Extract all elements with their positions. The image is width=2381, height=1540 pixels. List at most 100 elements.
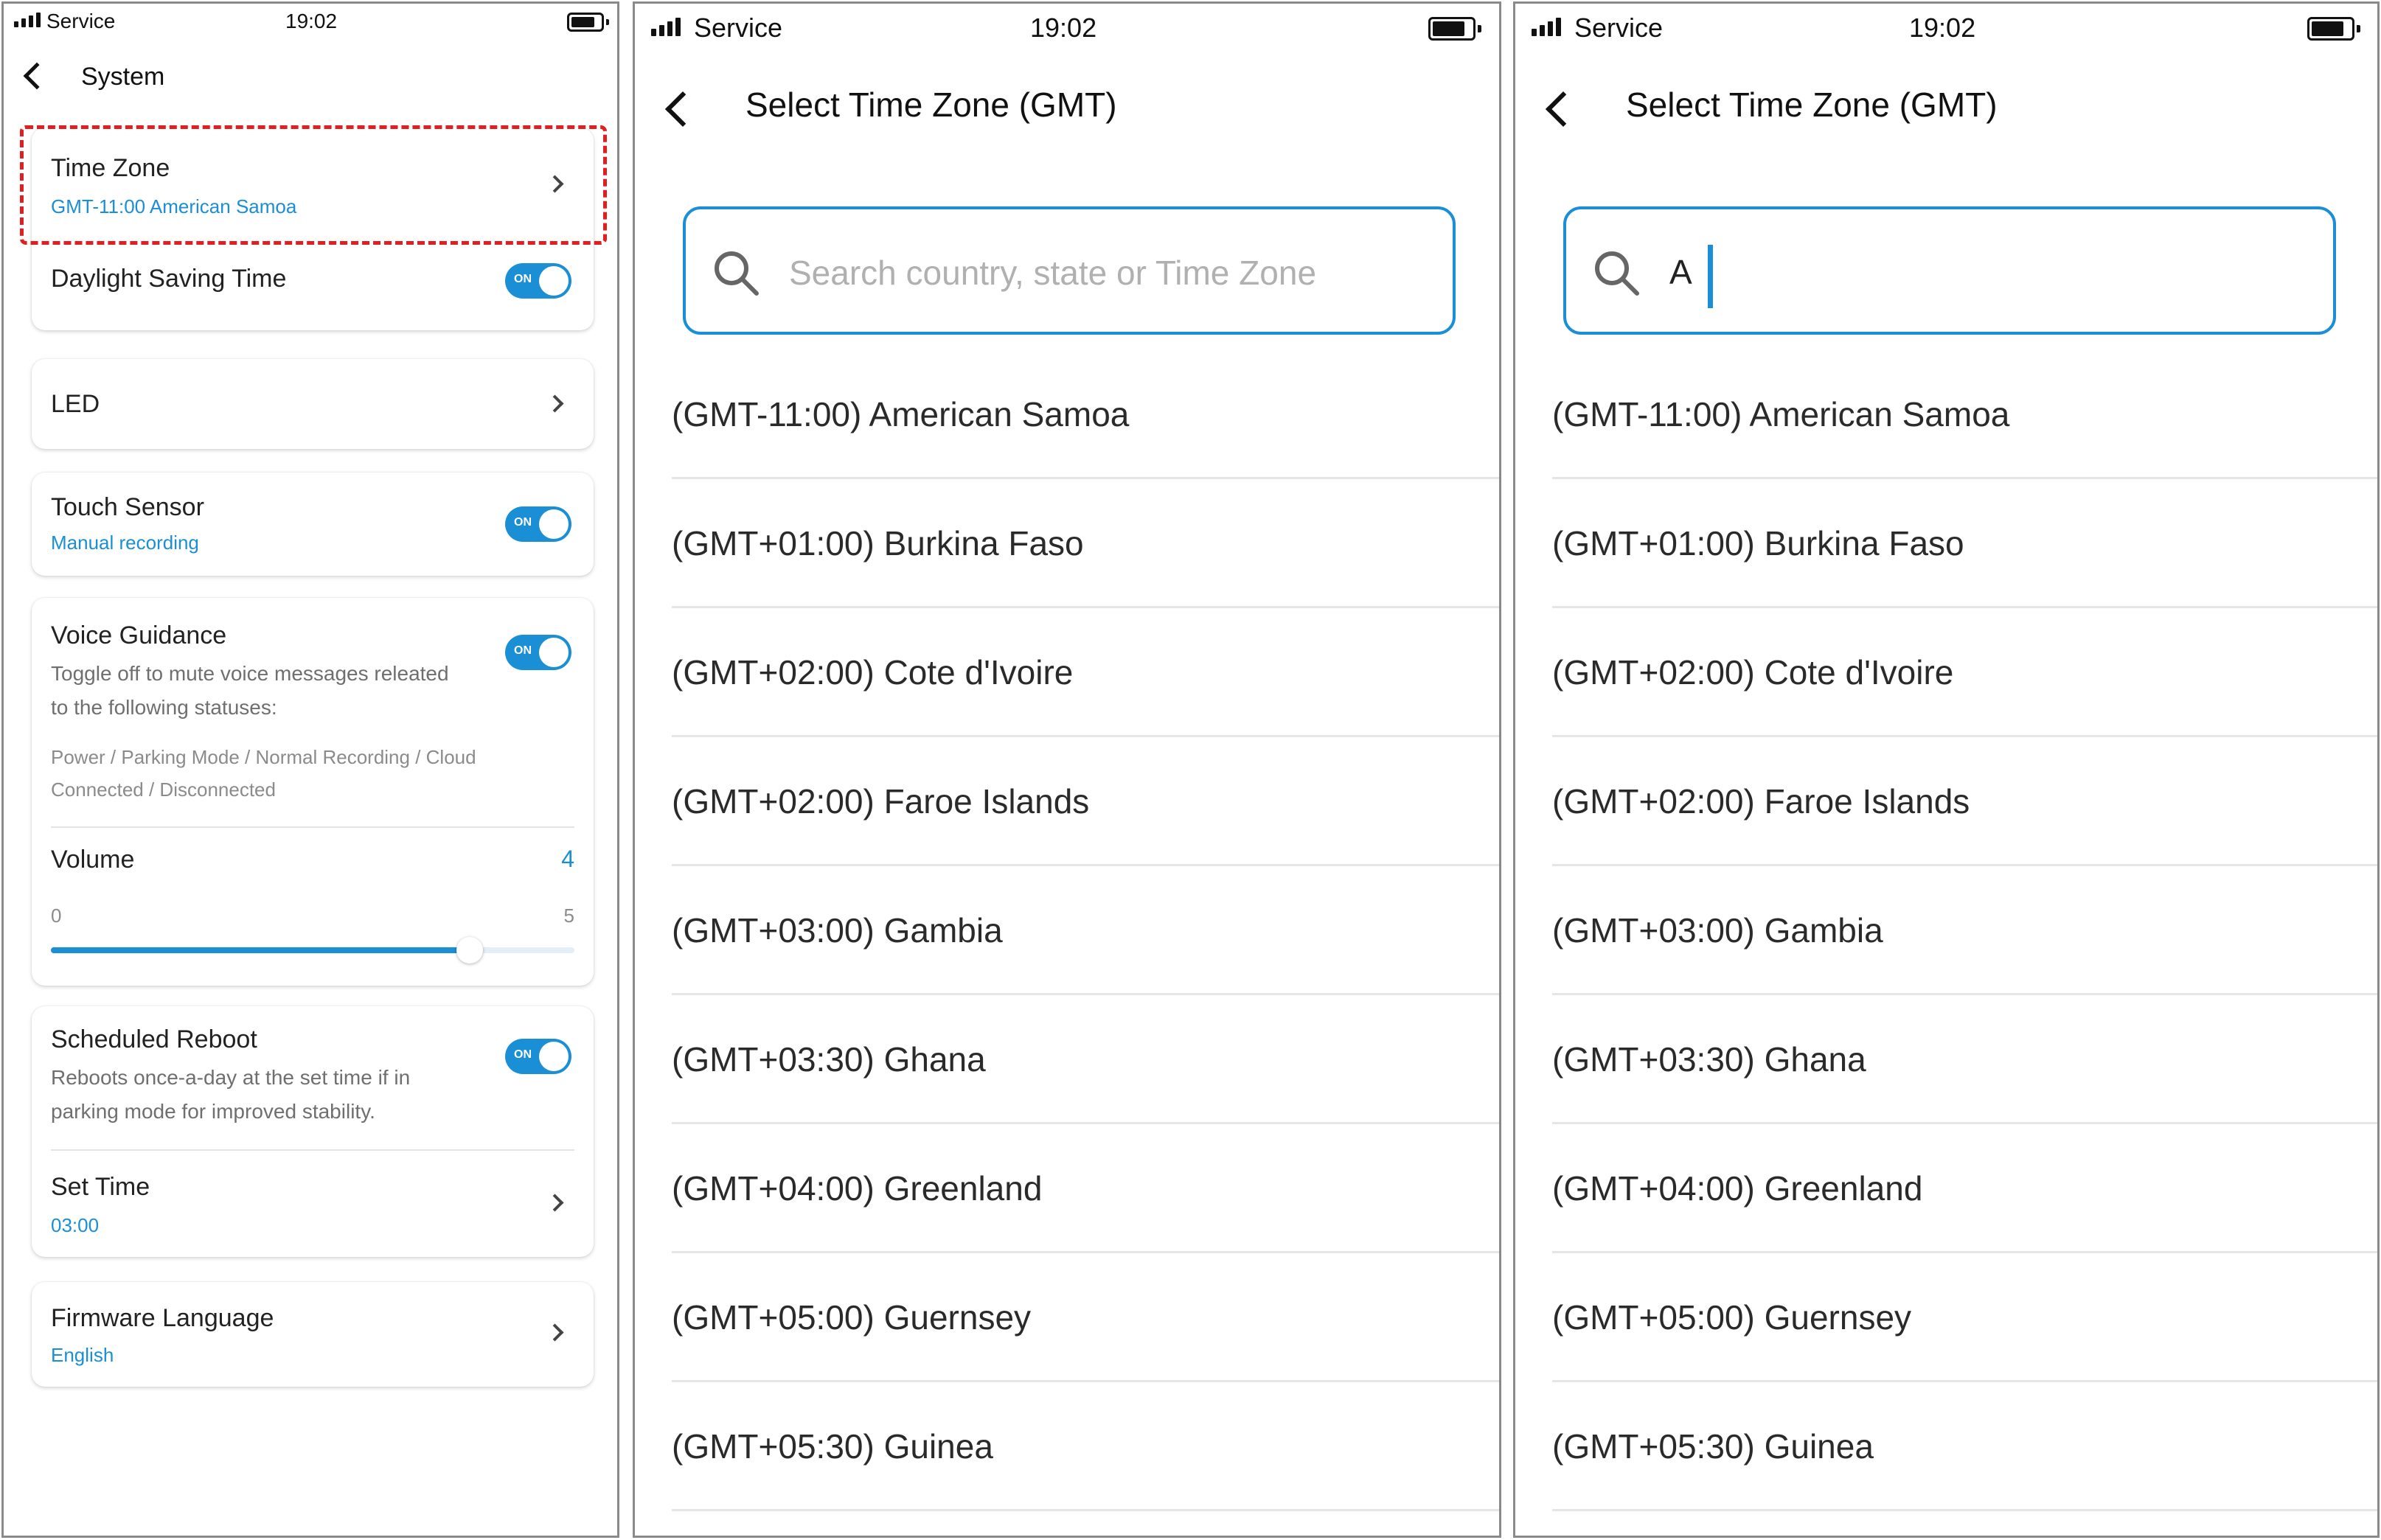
search-icon	[1595, 251, 1639, 296]
status-time: 19:02	[1909, 13, 1976, 43]
time-zone-item-label: (GMT+01:00) Burkina Faso	[672, 524, 1084, 562]
firmware-language-card[interactable]: Firmware Language English	[32, 1282, 594, 1387]
back-arrow-icon[interactable]	[23, 62, 51, 90]
daylight-saving-label: Daylight Saving Time	[51, 265, 287, 293]
voice-guidance-description: Toggle off to mute voice messages releat…	[51, 662, 449, 719]
carrier-name: Service	[694, 13, 783, 43]
daylight-saving-toggle[interactable]: ON	[505, 263, 571, 299]
time-zone-item-label: (GMT+05:00) Guernsey	[672, 1298, 1032, 1337]
time-zone-item-label: (GMT-11:00) American Samoa	[672, 395, 1130, 433]
status-time: 19:02	[1030, 13, 1097, 43]
time-zone-item[interactable]: (GMT+05:30) Guinea	[672, 1382, 1499, 1511]
back-arrow-icon[interactable]	[664, 91, 701, 128]
touch-sensor-card: Touch Sensor Manual recording ON	[32, 473, 594, 576]
daylight-saving-row: Daylight Saving Time ON	[32, 238, 594, 330]
time-zone-item[interactable]: (GMT+03:00) Gambia	[672, 866, 1499, 995]
page-title: Select Time Zone (GMT)	[1626, 86, 1998, 124]
search-input-value[interactable]: A	[1669, 252, 1692, 292]
voice-guidance-statuses: Power / Parking Mode / Normal Recording …	[51, 746, 476, 801]
led-card[interactable]: LED	[32, 359, 594, 449]
volume-slider[interactable]	[51, 937, 574, 964]
volume-label: Volume	[51, 846, 135, 874]
set-time-value: 03:00	[51, 1214, 100, 1236]
firmware-language-value: English	[51, 1344, 114, 1366]
time-zone-item-label: (GMT+02:00) Cote d'Ivoire	[1552, 653, 1954, 691]
page-title: System	[81, 63, 165, 91]
time-zone-item[interactable]: (GMT+03:30) Ghana	[1552, 995, 2377, 1124]
time-zone-item[interactable]: (GMT+03:30) Ghana	[672, 995, 1499, 1124]
header: System	[4, 55, 617, 100]
time-zone-item[interactable]: (GMT+02:00) Cote d'Ivoire	[1552, 608, 2377, 737]
touch-sensor-value: Manual recording	[51, 532, 199, 554]
time-zone-item[interactable]: (GMT+04:00) Greenland	[672, 1124, 1499, 1253]
select-time-zone-screen-filtered: Service 19:02 Select Time Zone (GMT) A (…	[1513, 1, 2380, 1538]
toggle-on-text: ON	[514, 516, 532, 529]
time-zone-item-label: (GMT+03:30) Ghana	[672, 1040, 986, 1079]
voice-guidance-toggle[interactable]: ON	[505, 635, 571, 670]
volume-min-label: 0	[51, 905, 62, 927]
page-title: Select Time Zone (GMT)	[745, 86, 1117, 124]
battery-icon	[1428, 17, 1481, 41]
touch-sensor-toggle[interactable]: ON	[505, 506, 571, 542]
status-bar: Service 19:02	[1515, 4, 2377, 43]
time-zone-item[interactable]: (GMT+02:00) Cote d'Ivoire	[672, 608, 1499, 737]
time-zone-item[interactable]: (GMT+01:00) Burkina Faso	[672, 479, 1499, 608]
voice-guidance-card: Voice Guidance ON Toggle off to mute voi…	[32, 598, 594, 986]
time-zone-item[interactable]: (GMT+02:00) Faroe Islands	[1552, 737, 2377, 866]
volume-value: 4	[561, 846, 574, 872]
time-zone-item-label: (GMT+03:30) Ghana	[1552, 1040, 1866, 1079]
scheduled-reboot-description: Reboots once-a-day at the set time if in…	[51, 1066, 411, 1123]
select-time-zone-screen: Service 19:02 Select Time Zone (GMT) (GM…	[633, 1, 1501, 1538]
volume-slider-fill	[51, 947, 470, 953]
text-cursor	[1708, 245, 1713, 308]
scheduled-reboot-label: Scheduled Reboot	[51, 1025, 257, 1053]
firmware-language-label: Firmware Language	[51, 1304, 274, 1332]
time-zone-item-label: (GMT+02:00) Faroe Islands	[1552, 782, 1970, 820]
time-zone-item-label: (GMT+02:00) Faroe Islands	[672, 782, 1090, 820]
system-settings-screen: Service 19:02 System Time Zone GMT-11:00…	[1, 1, 619, 1538]
set-time-label: Set Time	[51, 1173, 150, 1201]
chevron-right-icon	[546, 1194, 564, 1212]
time-zone-item-label: (GMT+04:00) Greenland	[672, 1169, 1043, 1208]
back-arrow-icon[interactable]	[1545, 91, 1582, 128]
touch-sensor-label: Touch Sensor	[51, 493, 204, 521]
search-icon	[715, 251, 759, 296]
time-zone-item[interactable]: (GMT-11:00) American Samoa	[672, 350, 1499, 479]
search-box[interactable]: A	[1563, 206, 2336, 335]
signal-icon	[651, 17, 681, 36]
time-zone-item-label: (GMT+05:30) Guinea	[1552, 1427, 1874, 1466]
time-zone-item[interactable]: (GMT+01:00) Burkina Faso	[1552, 479, 2377, 608]
search-box[interactable]	[683, 206, 1456, 335]
toggle-on-text: ON	[514, 273, 532, 285]
chevron-right-icon	[546, 1323, 564, 1342]
battery-icon	[567, 13, 609, 32]
divider	[51, 826, 574, 828]
set-time-row[interactable]: Set Time 03:00	[32, 1151, 594, 1257]
time-zone-item-label: (GMT+05:30) Guinea	[672, 1427, 993, 1466]
time-zone-item[interactable]: (GMT+05:00) Guernsey	[672, 1253, 1499, 1382]
time-zone-item-label: (GMT-11:00) American Samoa	[1552, 395, 2010, 433]
scheduled-reboot-card: Scheduled Reboot ON Reboots once-a-day a…	[32, 1006, 594, 1257]
carrier-name: Service	[1574, 13, 1664, 43]
time-zone-item[interactable]: (GMT-11:00) American Samoa	[1552, 350, 2377, 479]
signal-icon	[1532, 17, 1561, 36]
time-zone-item[interactable]: (GMT+05:30) Guinea	[1552, 1382, 2377, 1511]
signal-icon	[14, 11, 41, 27]
time-zone-item[interactable]: (GMT+03:00) Gambia	[1552, 866, 2377, 995]
volume-max-label: 5	[563, 905, 574, 927]
scheduled-reboot-toggle[interactable]: ON	[505, 1039, 571, 1074]
status-bar: Service 19:02	[635, 4, 1499, 43]
time-zone-item-label: (GMT+03:00) Gambia	[1552, 911, 1883, 950]
volume-slider-thumb[interactable]	[456, 937, 483, 964]
time-zone-item[interactable]: (GMT+04:00) Greenland	[1552, 1124, 2377, 1253]
led-label: LED	[51, 390, 100, 418]
time-zone-item[interactable]: (GMT+02:00) Faroe Islands	[672, 737, 1499, 866]
time-zone-item-label: (GMT+05:00) Guernsey	[1552, 1298, 1912, 1337]
time-zone-item-label: (GMT+01:00) Burkina Faso	[1552, 524, 1964, 562]
toggle-on-text: ON	[514, 1048, 532, 1061]
time-zone-highlight	[20, 125, 607, 245]
time-zone-item[interactable]: (GMT+05:00) Guernsey	[1552, 1253, 2377, 1382]
search-input[interactable]	[789, 239, 1438, 307]
status-bar: Service 19:02	[4, 4, 617, 42]
carrier-name: Service	[46, 10, 116, 32]
